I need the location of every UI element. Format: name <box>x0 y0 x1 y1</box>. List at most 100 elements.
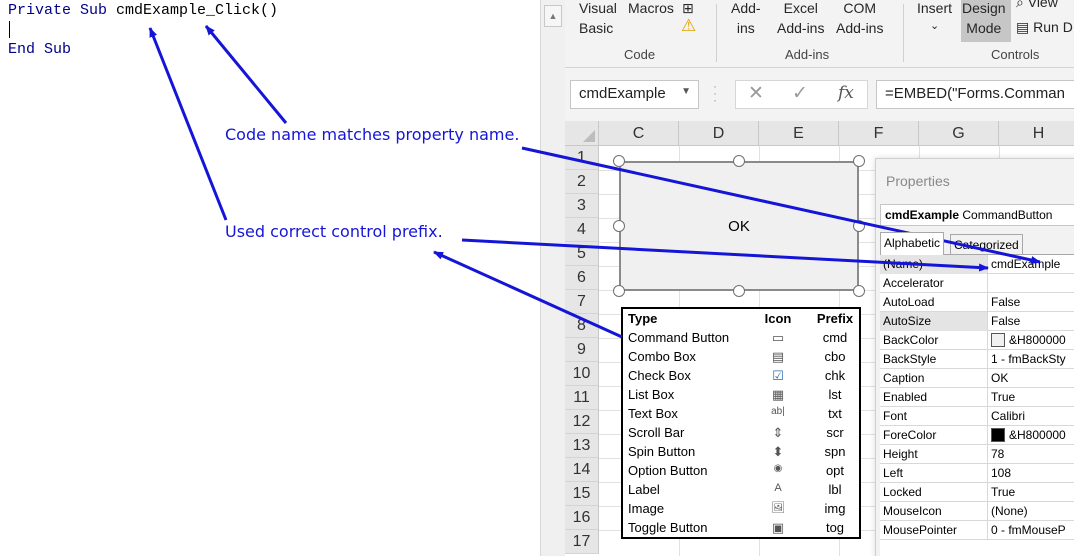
property-row[interactable]: MousePointer 0 - fmMouseP <box>880 521 1074 540</box>
macros-button[interactable]: Macros <box>628 0 674 18</box>
property-row[interactable]: Locked True <box>880 483 1074 502</box>
property-row[interactable]: ForeColor &H800000 <box>880 426 1074 445</box>
property-row[interactable]: AutoSize False <box>880 312 1074 331</box>
worksheet-grid[interactable]: C D E F G H 1 2 3 4 5 6 7 8 9 10 11 12 1… <box>565 121 1074 556</box>
resize-handle[interactable] <box>733 285 745 297</box>
property-row[interactable]: (Name) cmdExample <box>880 255 1074 274</box>
excel-addins-button[interactable]: Excel Add-ins <box>777 0 824 38</box>
macro-security-warning-icon[interactable]: ⚠ <box>681 16 696 36</box>
chevron-down-icon[interactable]: ⌄ <box>930 16 939 36</box>
insert-function-icon[interactable]: fx <box>838 83 854 103</box>
code-procedure-name: cmdExample_Click() <box>107 2 279 19</box>
resize-handle[interactable] <box>613 285 625 297</box>
property-value[interactable]: 1 - fmBackSty <box>988 350 1074 369</box>
row-header[interactable]: 15 <box>565 482 599 506</box>
column-header[interactable]: E <box>759 121 839 146</box>
property-value[interactable]: Calibri <box>988 407 1074 426</box>
row-header[interactable]: 11 <box>565 386 599 410</box>
column-header[interactable]: G <box>919 121 999 146</box>
row-header[interactable]: 17 <box>565 530 599 554</box>
property-row[interactable]: AutoLoad False <box>880 293 1074 312</box>
select-all-corner[interactable] <box>565 121 599 146</box>
row-header[interactable]: 3 <box>565 194 599 218</box>
row-header[interactable]: 9 <box>565 338 599 362</box>
object-name: cmdExample <box>885 208 960 222</box>
property-row[interactable]: Height 78 <box>880 445 1074 464</box>
row-header[interactable]: 1 <box>565 146 599 170</box>
tab-alphabetic[interactable]: Alphabetic <box>880 232 945 255</box>
scroll-up-icon[interactable]: ▲ <box>544 5 562 27</box>
row-header[interactable]: 8 <box>565 314 599 338</box>
row-header[interactable]: 4 <box>565 218 599 242</box>
column-header[interactable]: D <box>679 121 759 146</box>
cancel-icon[interactable]: ✕ <box>748 82 764 105</box>
property-value[interactable]: cmdExample <box>988 255 1074 274</box>
property-row[interactable]: Left 108 <box>880 464 1074 483</box>
resize-handle[interactable] <box>853 155 865 167</box>
property-row[interactable]: Enabled True <box>880 388 1074 407</box>
row-header[interactable]: 13 <box>565 434 599 458</box>
property-value[interactable]: False <box>988 312 1074 331</box>
property-row[interactable]: Caption OK <box>880 369 1074 388</box>
table-row: Label Albl <box>623 482 859 501</box>
ok-command-button[interactable]: OK <box>619 161 859 291</box>
enter-check-icon[interactable]: ✓ <box>792 82 808 105</box>
code-scrollbar[interactable]: ▲ <box>540 0 565 556</box>
column-header[interactable]: H <box>999 121 1074 146</box>
row-header[interactable]: 12 <box>565 410 599 434</box>
control-type: Label <box>628 482 660 497</box>
property-name: Accelerator <box>880 274 988 293</box>
resize-handle[interactable] <box>853 220 865 232</box>
row-header[interactable]: 6 <box>565 266 599 290</box>
visual-basic-button[interactable]: Visual Basic <box>579 0 617 38</box>
property-row[interactable]: MouseIcon (None) <box>880 502 1074 521</box>
property-value[interactable]: 0 - fmMouseP <box>988 521 1074 540</box>
resize-handle[interactable] <box>613 220 625 232</box>
resize-handle[interactable] <box>853 285 865 297</box>
row-header[interactable]: 10 <box>565 362 599 386</box>
row-header[interactable]: 5 <box>565 242 599 266</box>
property-value[interactable]: &H800000 <box>988 426 1074 445</box>
object-selector[interactable]: cmdExample CommandButton <box>880 204 1074 226</box>
property-row[interactable]: BackColor &H800000 <box>880 331 1074 350</box>
row-header[interactable]: 2 <box>565 170 599 194</box>
column-header[interactable]: F <box>839 121 919 146</box>
run-dialog-button[interactable]: ▤ Run D <box>1016 17 1073 37</box>
control-prefix: lst <box>828 387 842 402</box>
view-code-button[interactable]: ⌕ View <box>1016 0 1058 12</box>
property-value[interactable]: 78 <box>988 445 1074 464</box>
name-box[interactable]: cmdExample ▼ <box>570 80 699 109</box>
property-name: BackColor <box>880 331 988 350</box>
control-prefix: scr <box>826 425 844 440</box>
property-row[interactable]: BackStyle 1 - fmBackSty <box>880 350 1074 369</box>
resize-handle[interactable] <box>613 155 625 167</box>
com-addins-button[interactable]: COM Add-ins <box>836 0 883 38</box>
properties-window[interactable]: Properties cmdExample CommandButton Alph… <box>875 158 1074 556</box>
addins-button[interactable]: Add- ins <box>731 0 761 38</box>
property-value[interactable] <box>988 274 1074 293</box>
property-value[interactable]: True <box>988 483 1074 502</box>
property-name: Locked <box>880 483 988 502</box>
property-value[interactable]: 108 <box>988 464 1074 483</box>
drag-handle-icon[interactable]: · · · <box>713 80 717 106</box>
property-value[interactable]: OK <box>988 369 1074 388</box>
property-value[interactable]: True <box>988 388 1074 407</box>
design-mode-button[interactable]: Design Mode <box>962 0 1006 38</box>
column-header[interactable]: C <box>599 121 679 146</box>
formula-input[interactable]: =EMBED("Forms.Comman <box>876 80 1074 109</box>
property-row[interactable]: Font Calibri <box>880 407 1074 426</box>
property-name: BackStyle <box>880 350 988 369</box>
property-row[interactable]: Accelerator <box>880 274 1074 293</box>
row-header[interactable]: 7 <box>565 290 599 314</box>
tab-categorized[interactable]: Categorized <box>950 234 1023 254</box>
property-value[interactable]: &H800000 <box>988 331 1074 350</box>
row-header[interactable]: 16 <box>565 506 599 530</box>
control-prefix: cmd <box>822 330 848 345</box>
resize-handle[interactable] <box>733 155 745 167</box>
vba-code-editor[interactable]: Private Sub cmdExample_Click() End Sub <box>0 0 540 556</box>
chevron-down-icon[interactable]: ▼ <box>681 86 691 97</box>
row-header[interactable]: 14 <box>565 458 599 482</box>
group-separator <box>903 4 904 62</box>
property-value[interactable]: (None) <box>988 502 1074 521</box>
property-value[interactable]: False <box>988 293 1074 312</box>
